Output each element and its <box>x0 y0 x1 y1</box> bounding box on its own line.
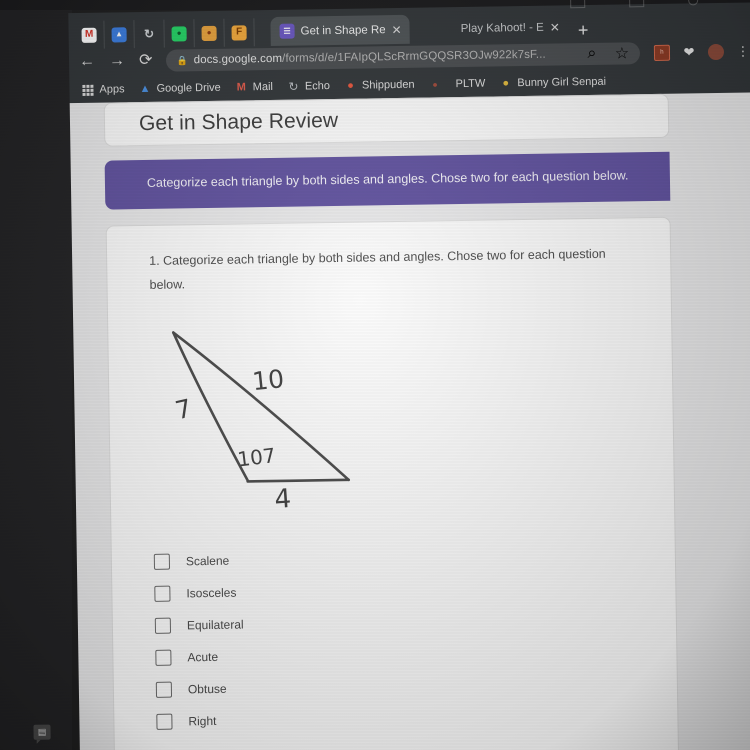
tab-close-icon[interactable]: ✕ <box>391 22 401 36</box>
drive-icon: ▲ <box>139 82 151 96</box>
address-bar[interactable]: 🔒 docs.google.com/forms/d/e/1FAIpQLScRrm… <box>166 42 641 72</box>
label-base: 4 <box>274 484 293 515</box>
checkbox-options-list: Scalene Isosceles Equilateral Acute Obtu… <box>153 538 648 738</box>
option-label: Obtuse <box>187 681 227 696</box>
bookmark-label: Bunny Girl Senpai <box>517 75 607 90</box>
apps-grid-icon <box>81 83 94 96</box>
checkbox-equilateral[interactable] <box>154 617 172 634</box>
option-label: Isosceles <box>186 585 237 601</box>
checkbox-scalene[interactable] <box>153 553 171 570</box>
checkbox-isosceles[interactable] <box>154 585 171 602</box>
tab-title: Get in Shape Re <box>300 23 386 38</box>
reload-button[interactable]: ⟳ <box>139 52 153 69</box>
pinned-tab-shippuden[interactable]: ● <box>194 18 225 48</box>
tab-play-kahoot[interactable]: Play Kahoot! - E ✕ <box>451 12 568 43</box>
pinned-tab-drive[interactable]: ▲ <box>104 20 135 49</box>
extensions-puzzle-icon[interactable]: ❤ <box>681 44 697 60</box>
shippuden-icon: ● <box>347 79 354 92</box>
shippuden-favicon: ● <box>201 25 217 41</box>
echo-favicon: ↻ <box>143 26 155 41</box>
label-left-side: 7 <box>173 393 195 425</box>
pinned-tab-flipgrid[interactable]: F <box>224 18 255 47</box>
bookmark-label: Shippuden <box>361 78 415 92</box>
option-label: Scalene <box>185 553 230 569</box>
question-text: 1. Categorize each triangle by both side… <box>149 246 606 292</box>
triangle-svg: 10 7 107 4 <box>171 330 350 515</box>
lock-icon: 🔒 <box>176 54 188 65</box>
drive-favicon: ▲ <box>111 26 127 42</box>
checkbox-obtuse[interactable] <box>155 681 173 698</box>
option-label: Acute <box>187 649 219 664</box>
checkbox-acute[interactable] <box>155 649 172 666</box>
page-title: Get in Shape Review <box>138 108 339 136</box>
label-hypotenuse: 10 <box>251 364 286 396</box>
url-domain: docs.google.com <box>193 52 283 67</box>
flipgrid-favicon: F <box>231 24 247 41</box>
url-path: /forms/d/e/1FAIpQLScRrmGQQSR3OJw922k7sF.… <box>282 48 546 65</box>
pinned-tab-echo[interactable]: ↻ <box>134 19 165 49</box>
bookmark-shippuden[interactable]: ● Shippuden <box>344 78 415 92</box>
triangle-diagram: 10 7 107 4 <box>160 312 644 520</box>
bunny-icon: ● <box>502 77 510 90</box>
minimize-button[interactable] <box>570 0 586 9</box>
checkbox-right[interactable] <box>156 713 173 730</box>
whatsapp-favicon: ● <box>171 25 187 42</box>
option-right[interactable]: Right <box>156 698 647 738</box>
bookmark-pltw[interactable]: ● PLTW <box>428 77 485 91</box>
bookmark-label: PLTW <box>455 77 486 91</box>
label-angle: 107 <box>236 443 277 471</box>
bookmark-bunny-girl-senpai[interactable]: ● Bunny Girl Senpai <box>499 75 606 90</box>
pinned-tab-whatsapp[interactable]: ● <box>164 19 195 48</box>
close-window-button[interactable] <box>688 0 699 6</box>
extension-toolbar: ʰ ❤ ⋮ <box>653 43 750 61</box>
forms-icon: ☰ <box>279 23 295 39</box>
chrome-menu-icon[interactable]: ⋮ <box>735 43 750 59</box>
taskbar-badge-glyph: ▤ <box>37 726 47 737</box>
gmail-icon: M <box>236 81 246 94</box>
bookmark-label: Mail <box>252 80 274 94</box>
pltw-icon: ● <box>432 79 438 90</box>
screen-surface: M ▲ ↻ ● ● F ☰ Get in Shape Re ✕ Play Kah… <box>0 0 750 750</box>
bookmark-mail[interactable]: M Mail <box>235 80 273 94</box>
bookmark-label: Apps <box>99 83 125 96</box>
form-column: Get in Shape Review Categorize each tria… <box>103 93 680 750</box>
form-description-banner: Categorize each triangle by both sides a… <box>104 151 671 210</box>
banner-text: Categorize each triangle by both sides a… <box>146 168 629 190</box>
search-icon[interactable]: ⌕ <box>584 45 600 62</box>
bookmark-echo[interactable]: ↻ Echo <box>287 80 330 94</box>
gmail-favicon: M <box>81 27 97 43</box>
echo-icon: ↻ <box>288 79 299 94</box>
option-label: Right <box>188 713 217 728</box>
adobe-pdf-icon[interactable]: ʰ <box>653 44 671 61</box>
bookmark-google-drive[interactable]: ▲ Google Drive <box>138 81 221 96</box>
pinned-tab-gmail[interactable]: M <box>74 20 105 50</box>
option-label: Equilateral <box>186 617 244 633</box>
tab-close-icon[interactable]: ✕ <box>550 20 560 34</box>
page-viewport: Get in Shape Review Categorize each tria… <box>69 92 750 750</box>
screen-photo: M ▲ ↻ ● ● F ☰ Get in Shape Re ✕ Play Kah… <box>0 0 750 750</box>
profile-avatar-icon[interactable] <box>707 43 725 61</box>
url-text: docs.google.com/forms/d/e/1FAIpQLScRrmGQ… <box>194 49 546 67</box>
bookmark-label: Google Drive <box>156 81 221 95</box>
taskbar-notification-badge[interactable]: ▤ <box>33 724 51 740</box>
maximize-button[interactable] <box>629 0 645 8</box>
chrome-window: M ▲ ↻ ● ● F ☰ Get in Shape Re ✕ Play Kah… <box>68 0 750 106</box>
question-card: 1. Categorize each triangle by both side… <box>105 216 680 750</box>
forward-button[interactable]: → <box>109 52 125 69</box>
tab-title: Play Kahoot! - E <box>460 21 544 35</box>
form-title-card: Get in Shape Review <box>103 93 670 147</box>
back-button[interactable]: ← <box>79 53 95 70</box>
bookmark-star-icon[interactable]: ☆ <box>614 45 630 62</box>
bookmark-label: Echo <box>304 80 331 93</box>
bookmark-apps[interactable]: Apps <box>81 83 125 97</box>
